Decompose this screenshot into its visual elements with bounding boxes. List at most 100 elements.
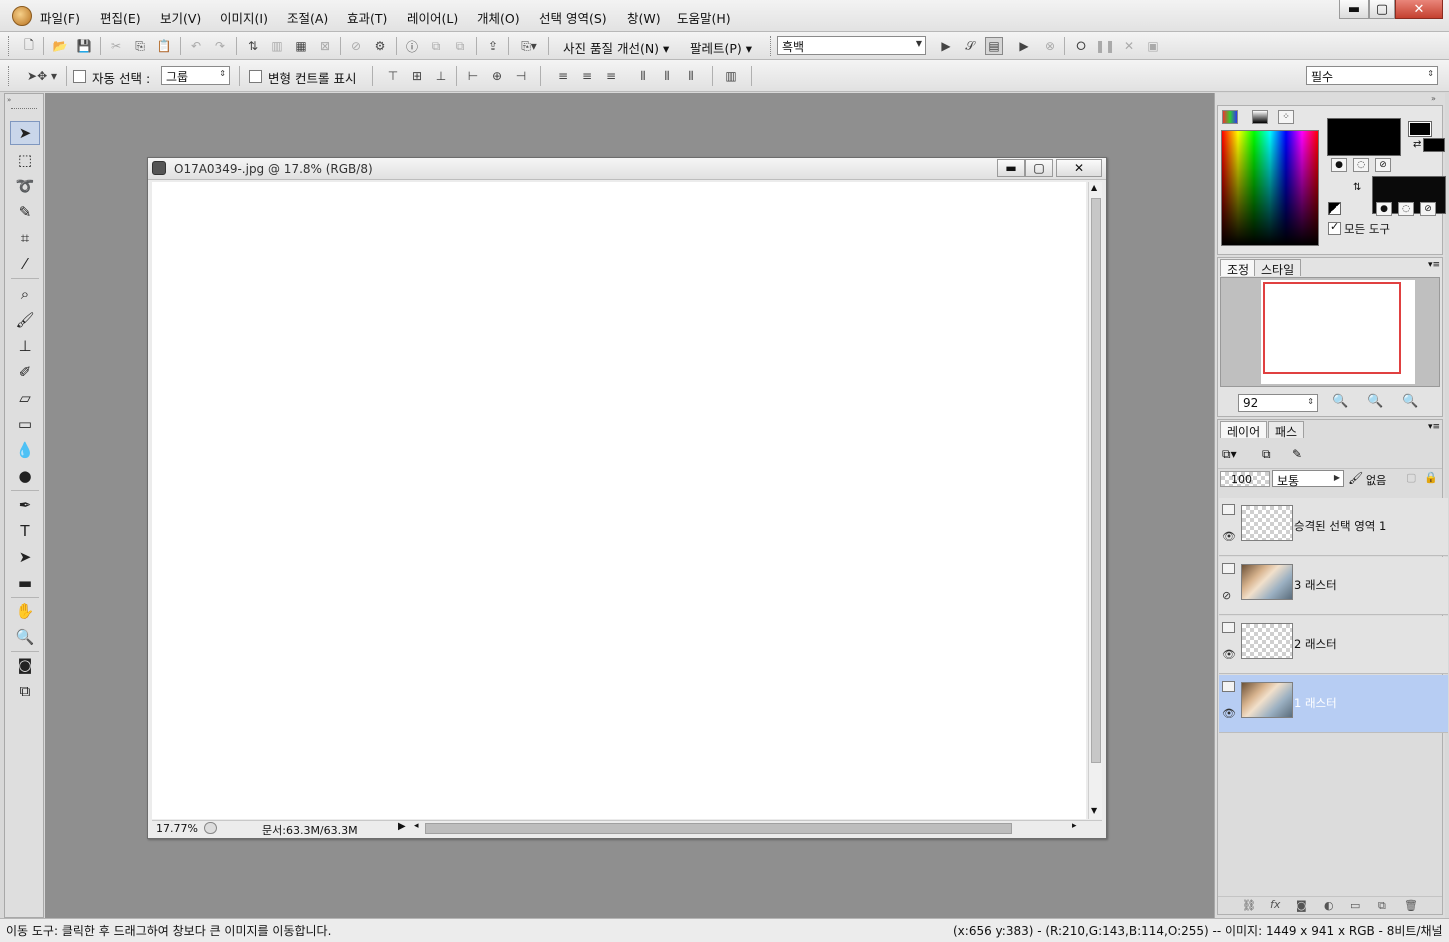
zoom-fit-icon[interactable]: 🔍: [1402, 394, 1418, 409]
crop-to-selection-icon[interactable]: ⇅: [244, 37, 262, 55]
run-script-icon[interactable]: ▶: [937, 37, 955, 55]
document-canvas[interactable]: [152, 182, 1086, 819]
export-icon[interactable]: ⇪: [484, 37, 502, 55]
layer-properties-icon[interactable]: ✎: [1292, 447, 1302, 461]
panel-menu-icon[interactable]: ▾≡: [1428, 260, 1440, 270]
palette-menu[interactable]: 팔레트(P) ▾: [690, 38, 752, 57]
vertical-scroll-thumb[interactable]: [1091, 198, 1101, 763]
new-layer-dropdown-icon[interactable]: ⧉▾: [1222, 447, 1237, 462]
panel-collapse-icon[interactable]: »: [1431, 94, 1436, 103]
new-file-icon[interactable]: 🗋: [20, 37, 38, 55]
distribute-vcenter-icon[interactable]: ≡: [578, 67, 596, 85]
eyedropper-tool-icon[interactable]: ⁄: [10, 252, 40, 276]
pen-tool-icon[interactable]: ✒: [10, 493, 40, 517]
solid-fill-icon-2[interactable]: ●: [1376, 202, 1392, 216]
copy-icon[interactable]: ⎘: [131, 37, 149, 55]
redo-icon[interactable]: ↷: [211, 37, 229, 55]
lock-transparency-icon[interactable]: ▢: [1406, 471, 1416, 484]
histogram-icon[interactable]: ▥: [268, 37, 286, 55]
eye-icon[interactable]: 👁: [1222, 648, 1236, 661]
open-folder-icon[interactable]: 📂: [51, 37, 69, 55]
distribute-left-icon[interactable]: ⦀: [634, 67, 652, 85]
crop-tool-icon[interactable]: ⌗: [10, 226, 40, 250]
foreground-mini-swatch[interactable]: [1408, 121, 1432, 137]
align-left-icon[interactable]: ⊢: [464, 67, 482, 85]
zoom-level[interactable]: 17.77%: [156, 822, 198, 835]
quick-mask-icon[interactable]: ◙: [10, 653, 40, 677]
gradient-fill-icon-2[interactable]: ◌: [1398, 202, 1414, 216]
solid-fill-icon[interactable]: ●: [1331, 158, 1347, 172]
app-minimize-button[interactable]: ▬: [1339, 0, 1369, 19]
blur-tool-icon[interactable]: 💧: [10, 438, 40, 462]
undo-icon[interactable]: ↶: [187, 37, 205, 55]
clone-stamp-tool-icon[interactable]: ⊥: [10, 334, 40, 358]
scroll-right-icon[interactable]: ▸: [1072, 821, 1077, 831]
layer-row[interactable]: 👁 승격된 선택 영역 1: [1219, 498, 1448, 556]
toolbar-grip[interactable]: [770, 36, 773, 56]
script-select[interactable]: 흑백 ▼: [777, 36, 926, 55]
eye-hidden-icon[interactable]: ⊘: [1222, 589, 1231, 602]
background-mini-swatch[interactable]: [1423, 138, 1445, 152]
marquee-tool-icon[interactable]: ⬚: [10, 148, 40, 172]
cut-icon[interactable]: ✂: [107, 37, 125, 55]
scroll-left-icon[interactable]: ◂: [414, 821, 419, 831]
lock-brush-icon[interactable]: 🖌: [1348, 471, 1363, 485]
batch-icon[interactable]: ▤: [985, 37, 1003, 55]
tab-styles[interactable]: 스타일: [1254, 259, 1302, 277]
stop-icon[interactable]: ⊗: [1041, 37, 1059, 55]
adjustment-layer-icon[interactable]: ◐: [1324, 899, 1334, 912]
lock-value[interactable]: 없음: [1366, 472, 1386, 488]
layer-merge-icon[interactable]: ⧉: [427, 37, 445, 55]
menu-selections[interactable]: 선택 영역(S): [539, 8, 607, 27]
auto-select-checkbox[interactable]: [73, 70, 86, 83]
no-selection-icon[interactable]: ⊘: [347, 37, 365, 55]
tab-paths[interactable]: 패스: [1268, 421, 1305, 439]
pattern-tab[interactable]: ⁘: [1278, 110, 1294, 124]
all-tools-checkbox[interactable]: [1328, 220, 1341, 235]
magic-wand-tool-icon[interactable]: ✎: [10, 200, 40, 224]
history-brush-tool-icon[interactable]: ✐: [10, 360, 40, 384]
menu-objects[interactable]: 개체(O): [477, 8, 520, 27]
save-icon[interactable]: 💾: [75, 37, 93, 55]
menu-image[interactable]: 이미지(I): [220, 8, 268, 27]
color-ramp-tab[interactable]: [1222, 110, 1238, 124]
eraser-tool-icon[interactable]: ▱: [10, 386, 40, 410]
doc-maximize-button[interactable]: ▢: [1025, 159, 1053, 177]
select-all-icon[interactable]: ▦: [292, 37, 310, 55]
layer-group-icon[interactable]: [1222, 622, 1235, 633]
menu-window[interactable]: 창(W): [627, 8, 661, 27]
distribute-bottom-icon[interactable]: ≡: [602, 67, 620, 85]
layer-group-icon[interactable]: [1222, 563, 1235, 574]
path-select-tool-icon[interactable]: ➤: [10, 545, 40, 569]
brush-tool-icon[interactable]: 🖌: [10, 308, 40, 332]
app-close-button[interactable]: ✕: [1395, 0, 1443, 19]
show-transform-controls-checkbox[interactable]: [249, 70, 262, 83]
layer-group-icon[interactable]: [1222, 504, 1235, 515]
toolbar-grip[interactable]: [8, 36, 11, 56]
move-tool-icon[interactable]: ➤: [10, 121, 40, 145]
no-fill-icon-2[interactable]: ⊘: [1420, 202, 1436, 216]
scroll-down-icon[interactable]: ▼: [1091, 806, 1097, 815]
menu-file[interactable]: 파일(F): [40, 8, 80, 27]
add-mask-icon[interactable]: ◙: [1296, 899, 1307, 912]
app-maximize-button[interactable]: ▢: [1369, 0, 1395, 19]
fx-icon[interactable]: fx: [1270, 898, 1280, 911]
link-layers-icon[interactable]: ⛓: [1242, 899, 1256, 912]
record-icon[interactable]: ⭘: [1072, 37, 1090, 55]
blend-mode-select[interactable]: 보통 ▶: [1272, 470, 1344, 488]
toolbar-grip[interactable]: [8, 66, 11, 86]
zoom-in-icon[interactable]: 🔍: [1367, 394, 1383, 409]
panel-grip[interactable]: [11, 108, 37, 111]
zoom-tool-icon[interactable]: 🔍: [10, 625, 40, 649]
new-group-icon[interactable]: ▭: [1350, 899, 1360, 912]
dodge-tool-icon[interactable]: ●: [10, 464, 40, 488]
screen-mode-icon[interactable]: ⧉: [10, 679, 40, 703]
deselect-icon[interactable]: ⊠: [316, 37, 334, 55]
opacity-slider[interactable]: 100: [1220, 471, 1270, 487]
doc-close-button[interactable]: ✕: [1056, 159, 1102, 177]
shape-tool-icon[interactable]: ▬: [10, 571, 40, 595]
foreground-color-swatch[interactable]: [1327, 118, 1401, 156]
horizontal-scroll-thumb[interactable]: [425, 823, 1012, 834]
vertical-scrollbar[interactable]: ▲ ▼: [1088, 182, 1102, 819]
align-vcenter-icon[interactable]: ⊞: [408, 67, 426, 85]
